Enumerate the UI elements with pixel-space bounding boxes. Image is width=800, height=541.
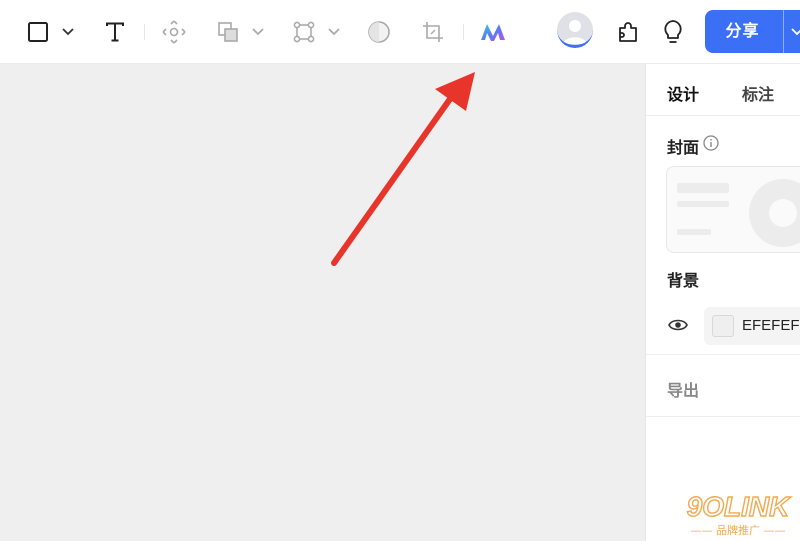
chevron-down-icon[interactable] xyxy=(791,25,800,43)
lightbulb-icon[interactable] xyxy=(659,18,687,46)
background-color-field[interactable]: EFEFEF xyxy=(704,307,800,345)
cover-image-placeholder[interactable] xyxy=(666,166,800,253)
chevron-down-icon[interactable] xyxy=(250,24,266,40)
watermark-brand: 9OLINK xyxy=(687,491,791,522)
ellipse-tool-icon[interactable] xyxy=(366,19,392,45)
rectangle-tool-icon[interactable] xyxy=(26,20,50,44)
chevron-down-icon[interactable] xyxy=(60,24,76,40)
crop-icon[interactable] xyxy=(420,19,446,45)
share-button[interactable]: 分享 xyxy=(705,10,800,53)
background-section-title: 背景 xyxy=(667,273,700,290)
chevron-down-icon[interactable] xyxy=(326,24,342,40)
avatar[interactable] xyxy=(557,12,593,48)
text-tool-icon[interactable] xyxy=(102,19,128,45)
cover-section-title: 封面 xyxy=(667,140,700,157)
color-swatch[interactable] xyxy=(712,315,734,337)
background-hex-value[interactable]: EFEFEF xyxy=(742,317,800,334)
eye-icon[interactable] xyxy=(668,318,688,337)
share-button-label: 分享 xyxy=(725,23,760,40)
vector-points-icon[interactable] xyxy=(290,18,318,46)
boolean-shape-icon[interactable] xyxy=(214,18,242,46)
tab-design[interactable]: 设计 xyxy=(667,81,699,105)
canvas-area[interactable] xyxy=(0,64,645,541)
red-annotation-arrow xyxy=(331,72,475,266)
tab-annotation[interactable]: 标注 xyxy=(742,81,774,105)
move-tool-icon[interactable] xyxy=(160,18,188,46)
info-icon[interactable] xyxy=(703,135,719,156)
watermark-tagline: —— 品牌推广 —— xyxy=(691,523,786,537)
ai-logo-icon[interactable] xyxy=(479,20,507,44)
plugin-icon[interactable] xyxy=(614,18,642,46)
watermark-logo: 9OLINK —— 品牌推广 —— xyxy=(678,488,798,538)
export-section-title[interactable]: 导出 xyxy=(667,377,699,401)
design-panel: 设计 标注 封面 背景 EFEFEF 导出 xyxy=(645,64,800,541)
toolbar: 分享 xyxy=(0,0,800,64)
panel-tabs: 设计 标注 xyxy=(646,64,800,116)
